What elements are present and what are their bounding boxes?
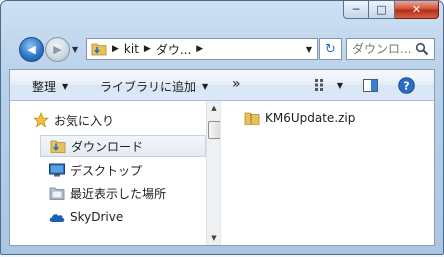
file-list: KM6Update.zip [221,101,434,245]
file-item[interactable]: KM6Update.zip [243,109,355,127]
preview-pane-button[interactable] [358,75,382,95]
chevron-down-icon: ▼ [202,82,209,91]
zip-folder-icon [243,109,261,127]
folder-download-icon [91,43,107,56]
sidebar-item-label: デスクトップ [70,163,143,178]
navigation-pane-scrollbar[interactable]: ▲ ▼ [206,101,221,245]
scroll-up-arrow-icon[interactable]: ▲ [207,101,221,115]
chevron-down-icon: ▼ [62,82,69,91]
minimize-icon: ─ [352,3,360,16]
close-icon: ✕ [411,3,422,16]
view-options-button[interactable]: ▼ [312,75,346,95]
refresh-button[interactable]: ↻ [319,38,342,60]
maximize-button[interactable]: □ [369,1,395,19]
navigation-bar: ◀ ▶ ▼ ▶ kit ▶ ダウ... ▶ ▼ ↻ [12,34,435,64]
content-area: 整理 ▼ ライブラリに追加 ▼ » ▼ ? お気に入り ダウンロード デスクトッ… [9,69,435,246]
add-to-library-label: ライブラリに追加 [100,80,197,94]
search-box[interactable] [346,38,435,60]
sidebar-item-recent-places[interactable]: 最近表示した場所 [48,182,206,204]
recent-pages-dropdown-icon[interactable]: ▼ [72,45,80,54]
sidebar-item-label: SkyDrive [70,210,124,224]
more-commands-button[interactable]: » [232,76,241,92]
back-arrow-icon: ◀ [27,43,36,56]
search-input[interactable] [352,42,416,56]
sidebar-item-favorites[interactable]: お気に入り [32,109,202,131]
sidebar-item-desktop[interactable]: デスクトップ [48,159,206,181]
preview-pane-icon [362,78,378,92]
sidebar-item-label: ダウンロード [71,139,144,154]
sidebar-item-downloads[interactable]: ダウンロード [40,135,206,157]
organize-label: 整理 [32,80,57,94]
desktop-icon [48,161,66,179]
breadcrumb-separator-icon[interactable]: ▶ [196,44,203,54]
help-button[interactable]: ? [395,75,417,95]
view-grid-icon [314,79,323,91]
sidebar-item-skydrive[interactable]: SkyDrive [48,206,206,228]
sidebar-item-label: お気に入り [54,113,115,128]
chevron-down-icon: ▼ [336,80,344,90]
navigation-pane: お気に入り ダウンロード デスクトップ 最近表示した場所 SkyDrive [10,101,213,245]
help-icon: ? [397,76,415,94]
breadcrumb-downloads[interactable]: ダウ... [156,41,191,58]
address-bar[interactable]: ▶ kit ▶ ダウ... ▶ ▼ [86,38,318,60]
download-folder-icon [49,137,67,155]
close-button[interactable]: ✕ [395,1,439,19]
organize-menu[interactable]: 整理 ▼ [32,78,68,95]
address-dropdown-icon[interactable]: ▼ [306,45,312,54]
caption-buttons: ─ □ ✕ [343,1,439,20]
svg-text:?: ? [403,79,409,92]
breadcrumb-separator-icon[interactable]: ▶ [112,44,119,54]
command-bar: 整理 ▼ ライブラリに追加 ▼ » ▼ ? [10,70,434,101]
refresh-icon: ↻ [325,41,336,57]
forward-button[interactable]: ▶ [45,37,70,62]
skydrive-icon [48,208,66,226]
recent-places-icon [48,184,66,202]
star-icon [32,111,50,129]
forward-arrow-icon: ▶ [53,43,62,56]
minimize-button[interactable]: ─ [343,1,369,19]
file-name: KM6Update.zip [265,111,356,125]
scroll-down-arrow-icon[interactable]: ▼ [207,231,221,245]
explorer-window: ─ □ ✕ ◀ ▶ ▼ ▶ kit ▶ ダウ... ▶ ▼ ↻ ダウンロ... … [0,0,444,255]
more-label: » [232,76,241,92]
breadcrumb-separator-icon[interactable]: ▶ [144,44,151,54]
breadcrumb-kit[interactable]: kit [124,42,139,56]
maximize-icon: □ [376,3,387,16]
search-icon[interactable] [415,42,429,56]
back-button[interactable]: ◀ [19,37,44,62]
add-to-library-menu[interactable]: ライブラリに追加 ▼ [100,78,208,95]
sidebar-item-label: 最近表示した場所 [70,186,167,201]
